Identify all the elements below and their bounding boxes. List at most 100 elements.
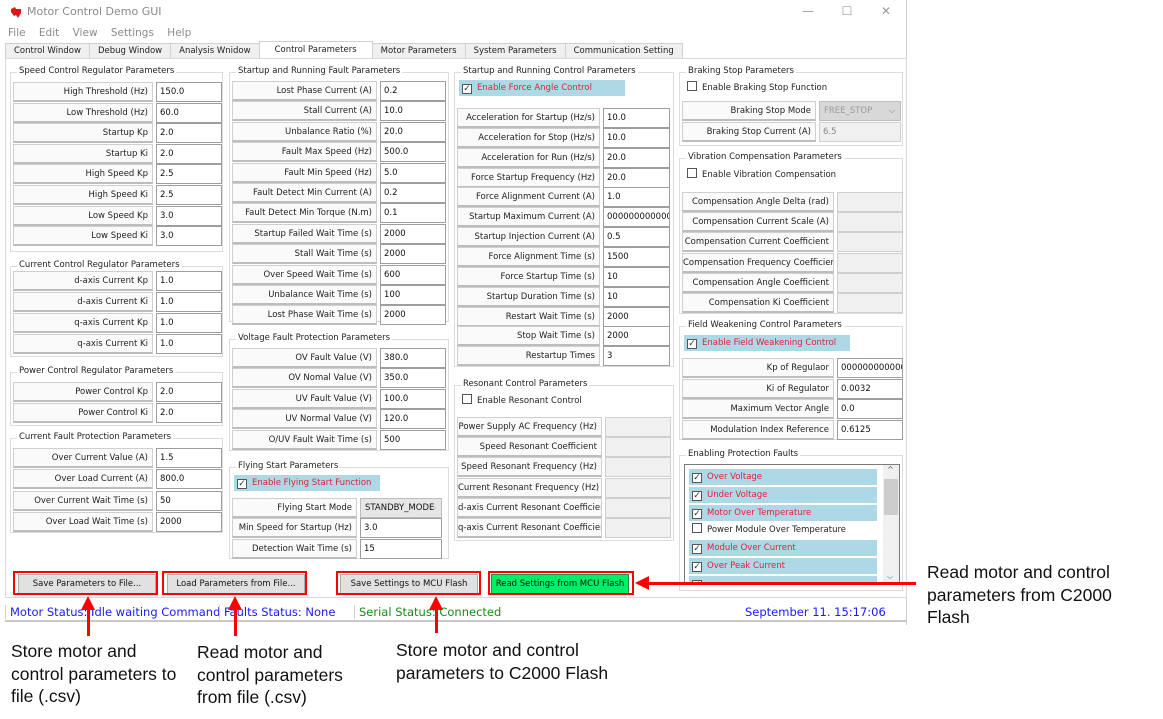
scroll-up-icon[interactable]: ^ xyxy=(887,465,894,474)
param-input[interactable]: 1500 xyxy=(603,246,670,267)
minimize-button[interactable]: — xyxy=(798,4,818,18)
tab-communication-setting[interactable]: Communication Setting xyxy=(564,43,683,59)
param-input[interactable]: 100.0 xyxy=(380,388,446,409)
param-input[interactable]: 2.0 xyxy=(156,382,222,402)
menu-file[interactable]: File xyxy=(8,27,26,39)
param-input[interactable]: 20.0 xyxy=(380,121,446,142)
param-input[interactable]: 10 xyxy=(603,286,670,307)
param-input[interactable]: 3 xyxy=(603,346,670,367)
scrollbar[interactable]: ^ ⌵ xyxy=(883,465,899,583)
param-input[interactable]: 00000000000003 xyxy=(603,207,670,228)
param-input[interactable] xyxy=(605,437,671,458)
menu-help[interactable]: Help xyxy=(167,27,191,39)
param-input[interactable]: 0.0032 xyxy=(837,378,903,399)
param-input[interactable]: 0.2 xyxy=(380,183,446,203)
param-input[interactable]: 1.0 xyxy=(156,334,222,354)
param-input[interactable]: 0.0 xyxy=(837,399,903,420)
param-input[interactable]: 0.6125 xyxy=(837,419,903,440)
tab-system-parameters[interactable]: System Parameters xyxy=(464,43,566,59)
scrollbar-thumb[interactable] xyxy=(884,479,898,515)
param-input[interactable]: 1.5 xyxy=(156,448,222,468)
param-input[interactable]: 20.0 xyxy=(603,147,670,168)
param-input[interactable]: 5.0 xyxy=(380,162,446,183)
braking-checkbox[interactable]: Enable Braking Stop Function xyxy=(684,80,854,96)
tab-control-window[interactable]: Control Window xyxy=(5,43,90,59)
protection-fault-item[interactable]: ✓ Under Voltage xyxy=(689,486,877,503)
param-input[interactable]: 1.0 xyxy=(603,187,670,208)
param-input[interactable] xyxy=(605,477,671,498)
tab-motor-parameters[interactable]: Motor Parameters xyxy=(371,43,466,59)
param-input[interactable] xyxy=(837,272,903,293)
tab-control-parameters[interactable]: Control Parameters xyxy=(258,41,373,59)
param-input[interactable]: 10.0 xyxy=(380,101,446,122)
param-input[interactable]: 10.0 xyxy=(603,108,670,128)
param-input[interactable]: 0.2 xyxy=(380,81,446,101)
param-input[interactable]: 500.0 xyxy=(380,142,446,163)
param-input[interactable] xyxy=(837,293,903,313)
param-input[interactable]: 2000 xyxy=(380,305,446,326)
param-input[interactable]: 2000 xyxy=(380,223,446,244)
param-input[interactable]: 2000 xyxy=(603,306,670,327)
menu-settings[interactable]: Settings xyxy=(111,27,154,39)
param-input[interactable]: 1.0 xyxy=(156,271,222,291)
tab-debug-window[interactable]: Debug Window xyxy=(88,43,172,59)
param-input[interactable]: 600 xyxy=(380,264,446,285)
param-input[interactable]: 10.0 xyxy=(603,127,670,148)
braking-current-input[interactable]: 6.5 xyxy=(819,122,901,142)
param-input[interactable]: 2000 xyxy=(156,511,222,532)
force-angle-checkbox[interactable]: ✓ Enable Force Angle Control xyxy=(459,80,625,96)
param-input[interactable]: 2.5 xyxy=(156,164,222,185)
param-input[interactable]: 10 xyxy=(603,266,670,287)
protection-fault-item[interactable]: ✓ Over Voltage xyxy=(689,469,877,485)
param-input[interactable] xyxy=(837,212,903,233)
protection-fault-item[interactable]: Power Module Over Temperature xyxy=(689,522,877,538)
param-input[interactable]: 2.0 xyxy=(156,143,222,164)
resonant-checkbox[interactable]: Enable Resonant Control xyxy=(459,393,625,409)
param-input[interactable]: 120.0 xyxy=(380,409,446,430)
protection-fault-item[interactable]: ✓ Over Peak Current xyxy=(689,558,877,574)
param-input[interactable]: 2000 xyxy=(380,244,446,265)
param-input[interactable]: 150.0 xyxy=(156,82,222,102)
flying-start-checkbox[interactable]: ✓ Enable Flying Start Function xyxy=(234,475,380,491)
param-input[interactable]: 20.0 xyxy=(603,167,670,188)
param-input[interactable]: 2.0 xyxy=(156,123,222,144)
menu-view[interactable]: View xyxy=(73,27,98,39)
param-input[interactable] xyxy=(605,497,671,518)
param-input[interactable]: 3.0 xyxy=(156,226,222,247)
tab-analysis-window[interactable]: Analysis Wnidow xyxy=(170,43,260,59)
param-input[interactable]: 60.0 xyxy=(156,102,222,123)
menu-edit[interactable]: Edit xyxy=(39,27,59,39)
close-button[interactable]: ✕ xyxy=(876,4,896,18)
braking-mode-select[interactable]: FREE_STOP ⌵ xyxy=(819,101,901,121)
param-input[interactable]: 380.0 xyxy=(380,348,446,368)
scroll-down-icon[interactable]: ⌵ xyxy=(887,572,893,582)
protection-fault-item[interactable]: ✓ Motor Over Temperature xyxy=(689,504,877,521)
param-input[interactable]: 3.0 xyxy=(360,518,442,538)
param-input[interactable]: 15 xyxy=(360,538,442,559)
protection-fault-item[interactable]: ✓ Module Over Current xyxy=(689,540,877,557)
param-input[interactable]: 1.0 xyxy=(156,313,222,333)
param-input[interactable] xyxy=(605,417,671,437)
param-input[interactable]: 0.1 xyxy=(380,203,446,224)
param-input[interactable]: 100 xyxy=(380,285,446,305)
param-input[interactable]: 2000 xyxy=(603,326,670,347)
param-input[interactable]: 800.0 xyxy=(156,469,222,490)
param-input[interactable]: 00000000000005 xyxy=(837,358,903,378)
param-input[interactable] xyxy=(837,192,903,212)
param-input[interactable]: 3.0 xyxy=(156,205,222,226)
param-input[interactable] xyxy=(605,518,671,538)
param-input[interactable]: 350.0 xyxy=(380,368,446,389)
param-input[interactable]: 50 xyxy=(156,490,222,511)
param-input[interactable]: 2.0 xyxy=(156,403,222,423)
param-input[interactable]: 1.0 xyxy=(156,292,222,312)
flying-start-mode-select[interactable]: STANDBY_MODE ⌵ xyxy=(360,498,442,518)
param-input[interactable]: 500 xyxy=(380,429,446,450)
param-input[interactable] xyxy=(837,252,903,273)
vibration-checkbox[interactable]: Enable Vibration Compensation xyxy=(684,167,854,183)
param-input[interactable]: 2.5 xyxy=(156,185,222,205)
field-weakening-checkbox[interactable]: ✓ Enable Field Weakening Control xyxy=(684,335,850,351)
param-input[interactable]: 0.5 xyxy=(603,227,670,248)
maximize-button[interactable]: ☐ xyxy=(837,4,857,18)
param-input[interactable] xyxy=(605,457,671,478)
param-input[interactable] xyxy=(837,232,903,253)
